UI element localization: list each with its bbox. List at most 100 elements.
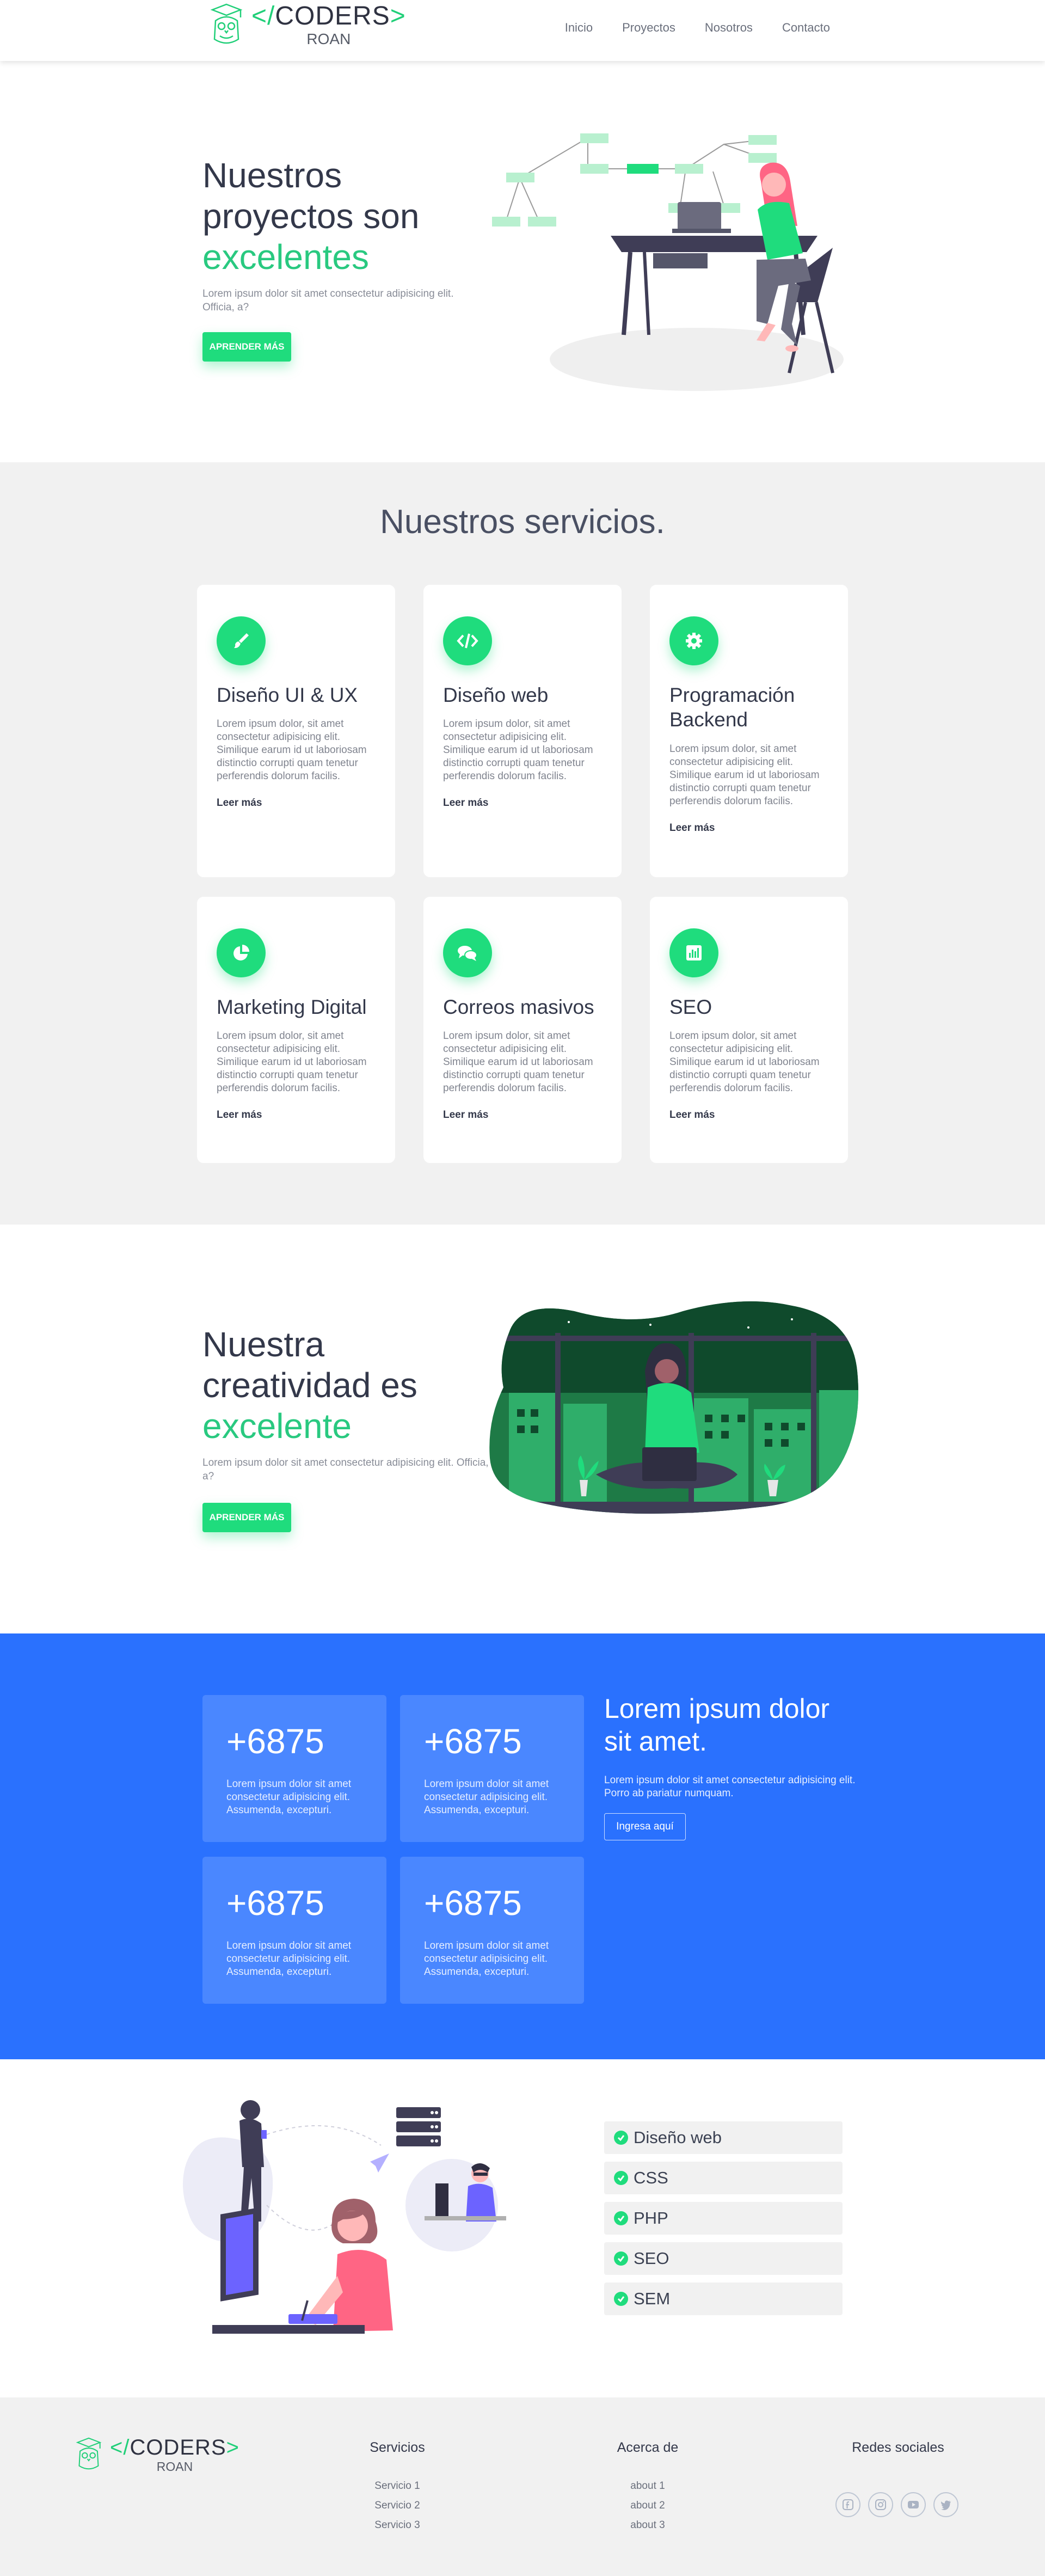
page: </CODERS> ROAN Inicio Proyectos Nosotros… [0, 0, 1045, 2576]
youtube-icon[interactable] [901, 2492, 926, 2517]
skill-item-sem: SEM [604, 2283, 843, 2315]
footer: </CODERS> ROAN Servicios Servicio 1 Serv… [0, 2397, 1045, 2576]
service-card-text: Lorem ipsum dolor, sit amet consectetur … [669, 743, 820, 807]
service-card-text: Lorem ipsum dolor, sit amet consectetur … [669, 1030, 820, 1094]
creativity-title-line1: Nuestra [202, 1325, 325, 1364]
footer-link[interactable]: about 1 [593, 2476, 702, 2496]
footer-link[interactable]: about 2 [593, 2496, 702, 2516]
skill-label: PHP [634, 2208, 668, 2228]
creativity-title-accent: excelente [202, 1406, 352, 1446]
creativity-learn-more-button[interactable]: APRENDER MÁS [202, 1503, 291, 1532]
stats-title: Lorem ipsum dolor sit amet. [604, 1693, 830, 1757]
skill-label: CSS [634, 2168, 668, 2187]
navbar: </CODERS> ROAN Inicio Proyectos Nosotros… [0, 0, 1045, 61]
brand-suffix: > [390, 2, 406, 30]
stat-text: Lorem ipsum dolor sit amet consectetur a… [226, 1940, 352, 1978]
brand-sub: ROAN [156, 2459, 193, 2474]
stat-number: +6875 [424, 1883, 522, 1923]
nav-item-inicio[interactable]: Inicio [565, 21, 593, 35]
brand-name: </CODERS> [251, 3, 406, 29]
creativity-title: Nuestra creatividad es excelente [202, 1324, 417, 1447]
owl-logo-icon [210, 3, 243, 44]
hero-title-line2: proyectos son [202, 197, 420, 236]
service-card-web-design[interactable]: Diseño web Lorem ipsum dolor, sit amet c… [423, 585, 622, 877]
skill-item-php: PHP [604, 2202, 843, 2235]
read-more-link[interactable]: Leer más [443, 1109, 488, 1121]
stat-card: +6875 Lorem ipsum dolor sit amet consect… [400, 1695, 584, 1842]
footer-services-column: Servicios Servicio 1 Servicio 2 Servicio… [343, 2440, 452, 2535]
instagram-icon[interactable] [868, 2492, 893, 2517]
stat-card: +6875 Lorem ipsum dolor sit amet consect… [400, 1857, 584, 2004]
footer-link[interactable]: Servicio 1 [343, 2476, 452, 2496]
service-card-marketing[interactable]: Marketing Digital Lorem ipsum dolor, sit… [197, 897, 395, 1163]
stat-number: +6875 [226, 1722, 324, 1761]
brand-logo[interactable]: </CODERS> ROAN [207, 1, 406, 49]
skill-label: Diseño web [634, 2128, 722, 2147]
hero-text: Lorem ipsum dolor sit amet consectetur a… [202, 288, 454, 313]
footer-social-column: Redes sociales [838, 2440, 958, 2456]
service-card-text: Lorem ipsum dolor, sit amet consectetur … [217, 718, 367, 782]
service-card-title: Programación Backend [669, 684, 795, 731]
service-card-title: SEO [669, 996, 712, 1018]
footer-link[interactable]: Servicio 3 [343, 2516, 452, 2535]
brand-name: </CODERS> [110, 2437, 239, 2458]
services-title: Nuestros servicios. [380, 503, 665, 541]
brand-prefix: </ [251, 2, 275, 30]
skill-label: SEM [634, 2289, 671, 2308]
code-icon [443, 616, 492, 665]
service-card-title: Marketing Digital [217, 996, 367, 1018]
nav-item-nosotros[interactable]: Nosotros [705, 21, 753, 35]
stats-text: Lorem ipsum dolor sit amet consectetur a… [604, 1775, 856, 1799]
read-more-link[interactable]: Leer más [217, 1109, 262, 1121]
nav-item-proyectos[interactable]: Proyectos [622, 21, 675, 35]
brand-word: CODERS [130, 2435, 226, 2459]
service-card-mass-mail[interactable]: Correos masivos Lorem ipsum dolor, sit a… [423, 897, 622, 1163]
footer-brand-logo[interactable]: </CODERS> ROAN [73, 2436, 239, 2474]
team-illustration [183, 2100, 506, 2334]
service-card-title: Diseño UI & UX [217, 684, 358, 706]
service-card-backend[interactable]: Programación Backend Lorem ipsum dolor, … [650, 585, 848, 877]
hero-title-accent: excelentes [202, 237, 369, 277]
check-icon [614, 2251, 628, 2266]
skill-label: SEO [634, 2249, 669, 2268]
service-card-title: Diseño web [443, 684, 549, 706]
footer-link[interactable]: Servicio 2 [343, 2496, 452, 2516]
service-card-title: Correos masivos [443, 996, 594, 1018]
stat-text: Lorem ipsum dolor sit amet consectetur a… [226, 1778, 352, 1816]
social-icons [835, 2492, 958, 2517]
nav-item-contacto[interactable]: Contacto [782, 21, 830, 35]
service-card-ui-ux[interactable]: Diseño UI & UX Lorem ipsum dolor, sit am… [197, 585, 395, 877]
brand-prefix: </ [110, 2435, 130, 2459]
enter-here-button[interactable]: Ingresa aquí [604, 1813, 686, 1840]
hero-learn-more-button[interactable]: APRENDER MÁS [202, 332, 291, 362]
service-card-text: Lorem ipsum dolor, sit amet consectetur … [443, 1030, 593, 1094]
footer-about-title: Acerca de [617, 2440, 679, 2455]
footer-services-title: Servicios [370, 2440, 425, 2455]
footer-social-title: Redes sociales [852, 2440, 944, 2455]
stat-text: Lorem ipsum dolor sit amet consectetur a… [424, 1778, 549, 1816]
footer-about-column: Acerca de about 1 about 2 about 3 [593, 2440, 702, 2535]
owl-logo-icon [76, 2437, 102, 2470]
bar-chart-icon [669, 928, 718, 977]
skill-item-web-design: Diseño web [604, 2121, 843, 2154]
hero-title-line1: Nuestros [202, 156, 342, 195]
gear-icon [669, 616, 718, 665]
brand-word: CODERS [275, 2, 390, 30]
check-icon [614, 2171, 628, 2185]
service-card-seo[interactable]: SEO Lorem ipsum dolor, sit amet consecte… [650, 897, 848, 1163]
service-card-text: Lorem ipsum dolor, sit amet consectetur … [443, 718, 593, 782]
footer-link[interactable]: about 3 [593, 2516, 702, 2535]
read-more-link[interactable]: Leer más [669, 1109, 715, 1121]
read-more-link[interactable]: Leer más [217, 797, 262, 809]
read-more-link[interactable]: Leer más [443, 797, 488, 809]
brand-sub: ROAN [306, 30, 351, 47]
facebook-icon[interactable] [835, 2492, 860, 2517]
stat-text: Lorem ipsum dolor sit amet consectetur a… [424, 1940, 549, 1978]
creativity-illustration [489, 1301, 859, 1514]
pie-chart-icon [217, 928, 266, 977]
twitter-icon[interactable] [933, 2492, 958, 2517]
brush-icon [217, 616, 266, 665]
skill-item-seo: SEO [604, 2242, 843, 2275]
brand-suffix: > [226, 2435, 239, 2459]
read-more-link[interactable]: Leer más [669, 822, 715, 834]
